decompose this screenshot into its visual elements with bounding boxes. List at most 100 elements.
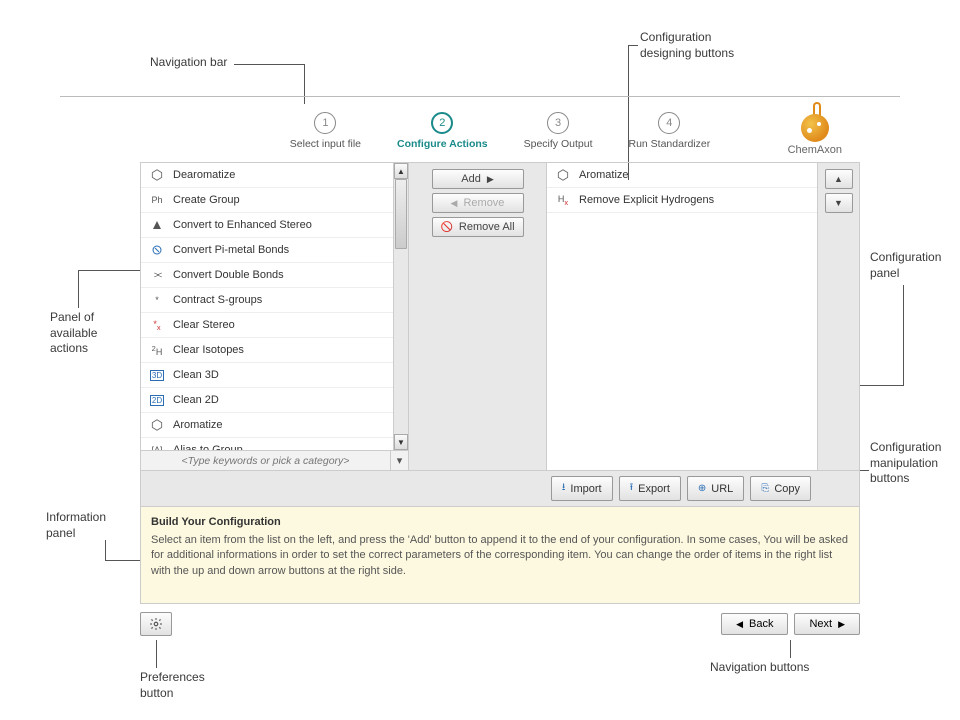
scrollbar[interactable]: ▲ ▼ (393, 163, 408, 450)
available-actions-panel: Dearomatize Ph Create Group Convert to Enha… (141, 163, 409, 470)
action-icon: Ph (149, 192, 165, 208)
config-manipulation-buttons: ⭳ Import ⭱ Export ⊕ URL ⎘ Copy (140, 471, 860, 507)
remove-button[interactable]: ◀ Remove (432, 193, 524, 213)
logo-icon (795, 102, 835, 142)
list-item[interactable]: 2D Clean 2D (141, 388, 408, 413)
config-design-buttons: Add ▶ ◀ Remove 🚫 Remove All (409, 163, 547, 470)
search-input[interactable] (141, 452, 390, 470)
list-item[interactable]: Convert Pi-metal Bonds (141, 238, 408, 263)
callout-pref-button: Preferences button (140, 670, 205, 701)
step-2[interactable]: 2 Configure Actions (397, 112, 488, 150)
callout-line (156, 640, 157, 668)
info-title: Build Your Configuration (151, 515, 849, 530)
list-item[interactable]: *Contract S-groups (141, 288, 408, 313)
export-icon: ⭱ (630, 480, 634, 497)
callout-line (234, 64, 304, 65)
callout-line (903, 285, 904, 385)
back-button[interactable]: ◀ Back (721, 613, 788, 635)
step-circle-icon: 1 (314, 112, 336, 134)
list-item[interactable]: HxRemove Explicit Hydrogens (547, 188, 817, 213)
action-label: Clean 2D (173, 394, 219, 406)
callout-line (78, 270, 142, 271)
list-item[interactable]: 3D Clean 3D (141, 363, 408, 388)
callout-info-panel: Information panel (46, 510, 106, 541)
next-button[interactable]: Next ▶ (794, 613, 860, 635)
export-button[interactable]: ⭱ Export (619, 476, 681, 501)
url-icon: ⊕ (698, 483, 706, 494)
add-button[interactable]: Add ▶ (432, 169, 524, 189)
list-item[interactable]: Dearomatize (141, 163, 408, 188)
step-label: Configure Actions (397, 138, 488, 150)
step-circle-icon: 2 (431, 112, 453, 134)
callout-cfg-panel: Configuration panel (870, 250, 941, 281)
button-label: Remove (463, 197, 504, 209)
callout-avail-panel: Panel of available actions (50, 310, 97, 357)
button-label: Copy (774, 483, 800, 495)
action-icon (149, 417, 165, 433)
list-item[interactable]: *xClear Stereo (141, 313, 408, 338)
step-1[interactable]: 1 Select input file (290, 112, 361, 150)
reorder-controls: ▲ ▼ (817, 163, 859, 470)
button-label: Back (749, 618, 773, 630)
action-icon: 2D (149, 392, 165, 408)
action-label: Convert Pi-metal Bonds (173, 244, 289, 256)
clear-icon: 🚫 (440, 222, 452, 233)
available-actions-list[interactable]: Dearomatize Ph Create Group Convert to Enha… (141, 163, 408, 450)
logo-text: ChemAxon (788, 144, 842, 156)
step-label: Specify Output (524, 138, 593, 150)
callout-line (856, 385, 904, 386)
list-item[interactable]: Aromatize (141, 413, 408, 438)
action-icon: 2H (149, 342, 165, 358)
action-label: Alias to Group (173, 444, 243, 450)
triangle-left-icon: ◀ (451, 198, 458, 209)
action-label: Dearomatize (173, 169, 235, 181)
scroll-thumb[interactable] (395, 179, 407, 249)
list-item[interactable]: Aromatize (547, 163, 817, 188)
step-3[interactable]: 3 Specify Output (524, 112, 593, 150)
callout-line (105, 540, 106, 560)
list-item[interactable]: Ph Create Group (141, 188, 408, 213)
step-label: Select input file (290, 138, 361, 150)
action-label: Convert to Enhanced Stereo (173, 219, 312, 231)
scroll-down-button[interactable]: ▼ (394, 434, 408, 450)
callout-line (628, 45, 638, 46)
triangle-right-icon: ▶ (838, 619, 845, 630)
action-icon: * (149, 292, 165, 308)
remove-all-button[interactable]: 🚫 Remove All (432, 217, 524, 237)
callout-line (78, 270, 79, 308)
list-item[interactable]: Convert to Enhanced Stereo (141, 213, 408, 238)
step-label: Run Standardizer (628, 138, 710, 150)
configuration-panel: Aromatize HxRemove Explicit Hydrogens ▲ ▼ (547, 163, 859, 470)
scroll-track[interactable] (394, 179, 408, 434)
list-item[interactable]: 2H Clear Isotopes (141, 338, 408, 363)
button-label: URL (711, 483, 733, 495)
callout-line (105, 560, 145, 561)
action-icon (149, 242, 165, 258)
move-down-button[interactable]: ▼ (825, 193, 853, 213)
action-label: Create Group (173, 194, 240, 206)
list-item[interactable]: ><Convert Double Bonds (141, 263, 408, 288)
action-icon: 3D (149, 367, 165, 383)
configuration-list[interactable]: Aromatize HxRemove Explicit Hydrogens (547, 163, 817, 470)
action-icon (149, 217, 165, 233)
import-button[interactable]: ⭳ Import (551, 476, 613, 501)
triangle-right-icon: ▶ (487, 174, 494, 185)
step-4[interactable]: 4 Run Standardizer (628, 112, 710, 150)
step-circle-icon: 3 (547, 112, 569, 134)
action-label: Clear Isotopes (173, 344, 244, 356)
list-item[interactable]: [A]Alias to Group (141, 438, 408, 450)
bottom-bar: ◀ Back Next ▶ (140, 612, 860, 636)
action-icon: *x (149, 317, 165, 333)
preferences-button[interactable] (140, 612, 172, 636)
scroll-up-button[interactable]: ▲ (394, 163, 408, 179)
action-icon (149, 167, 165, 183)
button-label: Next (809, 618, 832, 630)
search-dropdown-button[interactable]: ▾ (390, 451, 408, 470)
move-up-button[interactable]: ▲ (825, 169, 853, 189)
url-button[interactable]: ⊕ URL (687, 476, 744, 501)
button-label: Export (638, 483, 670, 495)
button-label: Remove All (459, 221, 515, 233)
action-label: Aromatize (579, 169, 629, 181)
action-label: Clean 3D (173, 369, 219, 381)
copy-button[interactable]: ⎘ Copy (750, 476, 811, 501)
